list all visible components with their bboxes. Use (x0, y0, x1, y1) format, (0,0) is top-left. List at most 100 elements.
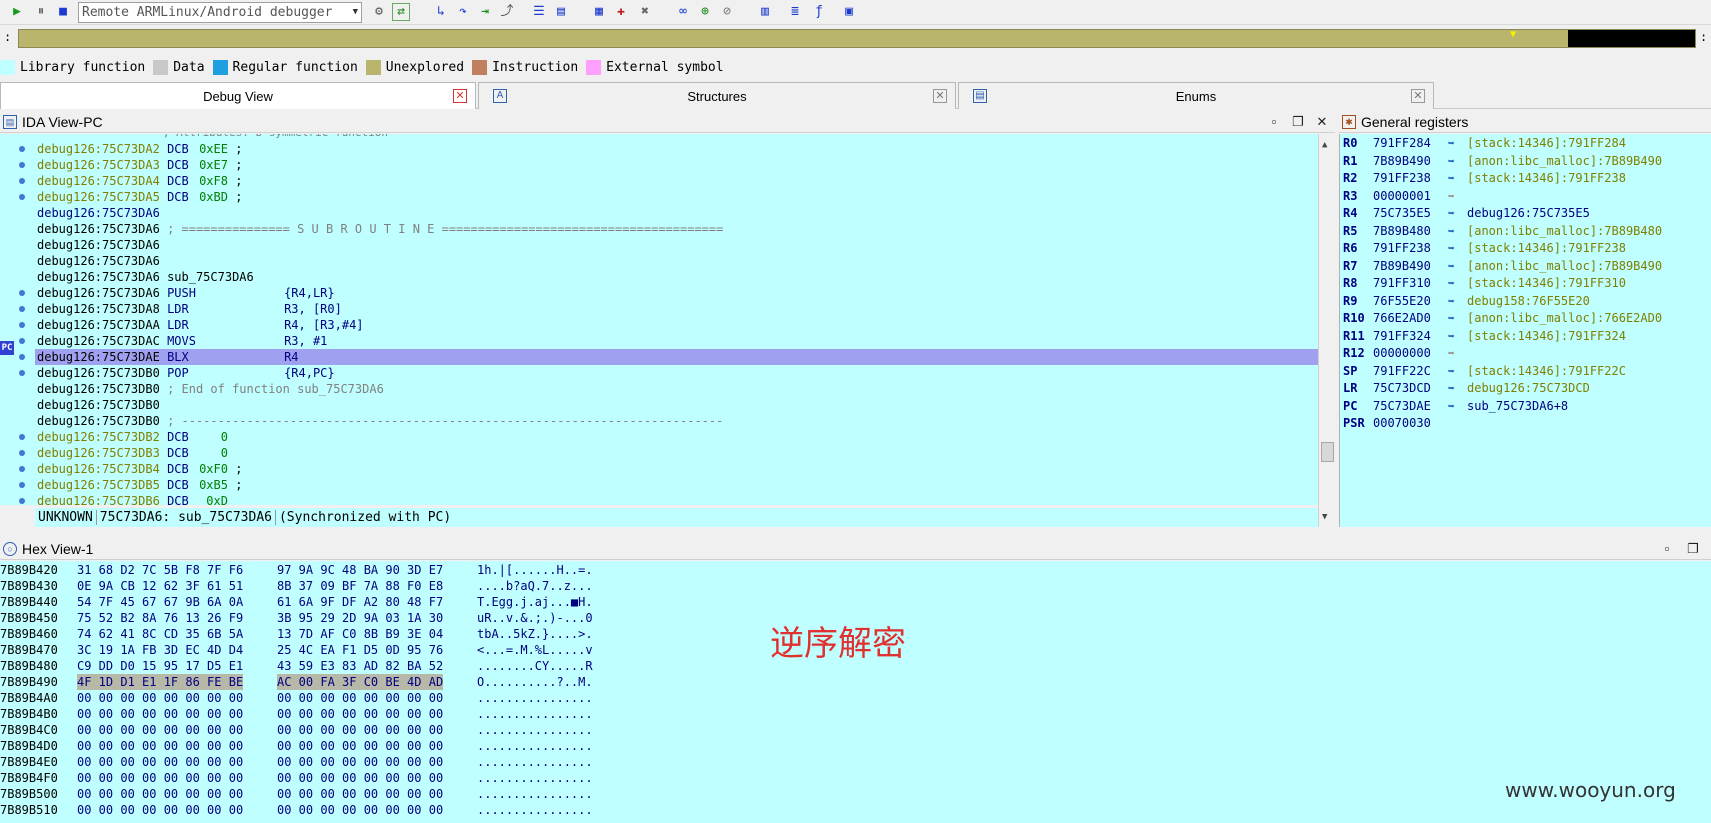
ida-vertical-scrollbar[interactable]: ▲ ▼ (1318, 134, 1335, 527)
hex-bytes-low[interactable]: 00 00 00 00 00 00 00 00 (77, 802, 243, 818)
breakpoint-dot[interactable] (19, 322, 25, 328)
jump-arrow-icon[interactable]: ➥ (1448, 365, 1461, 378)
start-process-icon[interactable]: ▶ (8, 3, 26, 21)
register-value[interactable]: 75C73DAE (1373, 397, 1431, 416)
hex-bytes-low[interactable]: 4F 1D D1 E1 1F 86 FE BE (77, 674, 244, 690)
register-value[interactable]: 76F55E20 (1373, 292, 1431, 311)
disasm-line[interactable]: debug126:75C73DB6 DCB 0xD (37, 493, 228, 505)
jump-arrow-icon[interactable]: ➥ (1448, 155, 1461, 168)
disasm-line[interactable]: debug126:75C73DA6 (37, 237, 167, 253)
register-value[interactable]: 7B89B490 (1373, 152, 1431, 171)
hex-row[interactable]: 7B89B500 00 00 00 00 00 00 00 00 00 00 00 … (0, 786, 700, 802)
jump-arrow-icon[interactable]: ➥ (1448, 225, 1461, 238)
register-value[interactable]: 791FF310 (1373, 274, 1431, 293)
jump-arrow-icon[interactable]: ➥ (1448, 190, 1461, 203)
watch-list-icon[interactable]: ▤ (552, 3, 570, 21)
disasm-line[interactable]: debug126:75C73DA4 DCB 0xF8 ; (37, 173, 242, 189)
hex-bytes-high[interactable]: AC 00 FA 3F C0 BE 4D AD (277, 674, 444, 690)
register-row[interactable]: R8 791FF310 ➥ [stack:14346]:791FF310 (1343, 274, 1708, 293)
disasm-line[interactable]: debug126:75C73DB0 ; End of function sub_… (37, 381, 384, 397)
hex-bytes-low[interactable]: 00 00 00 00 00 00 00 00 (77, 754, 243, 770)
register-value[interactable]: 00000001 (1373, 187, 1431, 206)
segment-list-icon[interactable]: ▣ (840, 3, 858, 21)
jump-arrow-icon[interactable]: ➥ (1448, 242, 1461, 255)
breakpoint-dot[interactable] (19, 434, 25, 440)
hex-bytes-low[interactable]: 75 52 B2 8A 76 13 26 F9 (77, 610, 243, 626)
hex-bytes-high[interactable]: 00 00 00 00 00 00 00 00 (277, 786, 443, 802)
disasm-line[interactable]: debug126:75C73DB3 DCB 0 (37, 445, 228, 461)
step-over-icon[interactable]: ↷ (454, 3, 472, 21)
register-row[interactable]: SP 791FF22C ➥ [stack:14346]:791FF22C (1343, 362, 1708, 381)
disassembly-listing[interactable]: ; Attributes: b-symmetric function debug… (0, 134, 1318, 505)
hex-bytes-high[interactable]: 3B 95 29 2D 9A 03 1A 30 (277, 610, 443, 626)
disasm-line[interactable]: debug126:75C73DA6 PUSH {R4,LR} (37, 285, 335, 301)
breakpoint-dot[interactable] (19, 450, 25, 456)
register-row[interactable]: R11 791FF324 ➥ [stack:14346]:791FF324 (1343, 327, 1708, 346)
jump-arrow-icon[interactable]: ➥ (1448, 347, 1461, 360)
hex-bytes-low[interactable]: 00 00 00 00 00 00 00 00 (77, 706, 243, 722)
hex-bytes-high[interactable]: 00 00 00 00 00 00 00 00 (277, 690, 443, 706)
jump-arrow-icon[interactable]: ➥ (1448, 137, 1461, 150)
hex-dump[interactable]: 7B89B420 31 68 D2 7C 5B F8 7F F6 97 9A 9C … (0, 561, 1711, 823)
register-row[interactable]: R3 00000001 ➥ (1343, 187, 1708, 206)
hex-bytes-high[interactable]: 00 00 00 00 00 00 00 00 (277, 738, 443, 754)
hex-bytes-high[interactable]: 00 00 00 00 00 00 00 00 (277, 706, 443, 722)
hex-row[interactable]: 7B89B480 C9 DD D0 15 95 17 D5 E1 43 59 E3 … (0, 658, 700, 674)
hex-bytes-low[interactable]: 31 68 D2 7C 5B F8 7F F6 (77, 562, 243, 578)
breakpoint-dot[interactable] (19, 162, 25, 168)
disasm-line[interactable]: debug126:75C73DA2 DCB 0xEE ; (37, 141, 242, 157)
hex-row[interactable]: 7B89B4E0 00 00 00 00 00 00 00 00 00 00 00 … (0, 754, 700, 770)
register-row[interactable]: R1 7B89B490 ➥ [anon:libc_malloc]:7B89B490 (1343, 152, 1708, 171)
hex-row[interactable]: 7B89B460 74 62 41 8C CD 35 6B 5A 13 7D AF … (0, 626, 700, 642)
register-row[interactable]: R10 766E2AD0 ➥ [anon:libc_malloc]:766E2AD0 (1343, 309, 1708, 328)
hex-bytes-high[interactable]: 25 4C EA F1 D5 0D 95 76 (277, 642, 443, 658)
hex-bytes-low[interactable]: 00 00 00 00 00 00 00 00 (77, 786, 243, 802)
hex-row-selected[interactable]: 7B89B490 4F 1D D1 E1 1F 86 FE BE AC 00 FA … (0, 674, 700, 690)
hex-bytes-high[interactable]: 13 7D AF C0 8B B9 3E 04 (277, 626, 443, 642)
disasm-line[interactable]: debug126:75C73DB0 (37, 397, 167, 413)
add-breakpoint-icon[interactable]: ✚ (612, 3, 630, 21)
jump-arrow-icon[interactable]: ➥ (1448, 330, 1461, 343)
hex-bytes-low[interactable]: 54 7F 45 67 67 9B 6A 0A (77, 594, 243, 610)
close-icon[interactable]: ✕ (933, 89, 947, 103)
disasm-line[interactable]: debug126:75C73DA6 ; =============== S U … (37, 221, 723, 237)
scrollbar-thumb[interactable] (1321, 442, 1334, 462)
disasm-line[interactable]: debug126:75C73DA6 (37, 253, 167, 269)
register-value[interactable]: 791FF22C (1373, 362, 1431, 381)
hex-bytes-low[interactable]: 00 00 00 00 00 00 00 00 (77, 770, 243, 786)
hex-bytes-high[interactable]: 61 6A 9F DF A2 80 48 F7 (277, 594, 443, 610)
hex-bytes-high[interactable]: 43 59 E3 83 AD 82 BA 52 (277, 658, 443, 674)
register-row[interactable]: R5 7B89B480 ➥ [anon:libc_malloc]:7B89B480 (1343, 222, 1708, 241)
hex-row[interactable]: 7B89B450 75 52 B2 8A 76 13 26 F9 3B 95 29 … (0, 610, 700, 626)
clear-trace-icon[interactable]: ⊘ (718, 3, 736, 21)
restore-icon[interactable]: ❐ (1288, 111, 1308, 133)
trace-functions-icon[interactable]: ⊕ (696, 3, 714, 21)
hex-bytes-low[interactable]: C9 DD D0 15 95 17 D5 E1 (77, 658, 243, 674)
breakpoint-dot[interactable] (19, 498, 25, 504)
navigation-band[interactable]: ▼ (18, 29, 1696, 48)
hex-row[interactable]: 7B89B4D0 00 00 00 00 00 00 00 00 00 00 00 … (0, 738, 700, 754)
hex-bytes-high[interactable]: 97 9A 9C 48 BA 90 3D E7 (277, 562, 443, 578)
scroll-up-icon[interactable]: ▲ (1322, 140, 1327, 150)
current-instruction-line[interactable]: debug126:75C73DAE BLX R4 (35, 349, 1318, 365)
breakpoint-dot[interactable] (19, 178, 25, 184)
hex-row[interactable]: 7B89B4F0 00 00 00 00 00 00 00 00 00 00 00 … (0, 770, 700, 786)
register-value[interactable]: 7B89B480 (1373, 222, 1431, 241)
register-value[interactable]: 75C735E5 (1373, 204, 1431, 223)
stack-trace-icon[interactable]: ƒ (810, 3, 828, 21)
restore-icon[interactable]: ❐ (1683, 538, 1703, 560)
hex-row[interactable]: 7B89B440 54 7F 45 67 67 9B 6A 0A 61 6A 9F … (0, 594, 700, 610)
step-into-icon[interactable]: ↳ (432, 3, 450, 21)
registers-list[interactable]: R0 791FF284 ➥ [stack:14346]:791FF284 R1 7B89B… (1339, 134, 1711, 527)
disasm-line[interactable]: debug126:75C73DAA LDR R4, [R3,#4] (37, 317, 364, 333)
hex-row[interactable]: 7B89B4B0 00 00 00 00 00 00 00 00 00 00 00 … (0, 706, 700, 722)
breakpoint-dot[interactable] (19, 338, 25, 344)
hex-bytes-high[interactable]: 00 00 00 00 00 00 00 00 (277, 722, 443, 738)
hex-bytes-low[interactable]: 00 00 00 00 00 00 00 00 (77, 722, 243, 738)
module-list-icon[interactable]: ▥ (756, 3, 774, 21)
scroll-down-icon[interactable]: ▼ (1322, 512, 1327, 522)
disasm-line[interactable]: debug126:75C73DB5 DCB 0xB5 ; (37, 477, 242, 493)
step-until-return-icon[interactable]: ⤴ (498, 3, 516, 21)
breakpoint-list-icon[interactable]: ☰ (530, 3, 548, 21)
register-row[interactable]: R6 791FF238 ➥ [stack:14346]:791FF238 (1343, 239, 1708, 258)
